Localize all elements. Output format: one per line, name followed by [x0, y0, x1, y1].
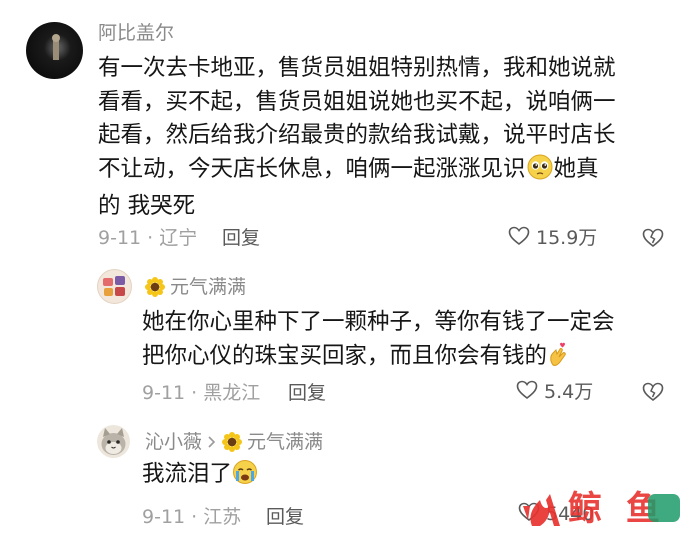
comment-meta: 9-11 · 江苏	[142, 506, 242, 528]
comment-line: 不让动，今天店长休息，咱俩一起涨涨见识 她真	[98, 153, 678, 191]
like-button[interactable]: 15.9万	[508, 226, 597, 250]
broken-heart-icon	[642, 228, 664, 248]
avatar-figure-icon	[52, 34, 60, 60]
comment-line-part: 把你心仪的珠宝买回家，而且你会有钱的	[142, 342, 548, 369]
reply-button[interactable]: 回复	[266, 506, 304, 528]
comment-line: 看看，买不起，售货员姐姐说她也买不起，说咱俩一	[98, 88, 616, 115]
reply-arrow-icon	[208, 431, 216, 453]
comment-line: 我流泪了	[142, 458, 442, 496]
avatar[interactable]	[97, 425, 130, 458]
heart-icon	[516, 380, 538, 404]
comment-text: 有一次去卡地亚，售货员姐姐特别热情，我和她说就 看看，买不起，售货员姐姐说她也买…	[98, 52, 678, 224]
watermark-logo: 鲸 鱼	[520, 486, 690, 533]
username[interactable]: 元气满满	[145, 276, 246, 298]
dislike-button[interactable]	[642, 382, 664, 406]
username[interactable]: 阿比盖尔	[98, 22, 174, 44]
comment-line: 有一次去卡地亚，售货员姐姐特别热情，我和她说就	[98, 55, 616, 81]
heart-icon	[508, 226, 530, 250]
avatar[interactable]	[97, 269, 132, 304]
comment-text: 她在你心里种下了一颗种子，等你有钱了一定会 把你心仪的珠宝买回家，而且你会有钱的	[142, 306, 682, 377]
comment-line: 起看，然后给我介绍最贵的款给我试戴，说平时店长	[98, 122, 616, 148]
comment-line: 她在你心里种下了一颗种子，等你有钱了一定会	[142, 309, 615, 335]
reply-header: 沁小薇 元气满满	[145, 431, 323, 453]
cat-avatar-icon	[101, 428, 126, 455]
comment-text: 我流泪了	[142, 458, 442, 496]
username-text: 元气满满	[170, 276, 247, 298]
like-button[interactable]: 5.4万	[516, 380, 593, 404]
like-count: 15.9万	[536, 227, 598, 249]
comment-line: 的 我哭死	[98, 193, 196, 219]
comment-meta: 9-11 · 黑龙江	[142, 382, 261, 404]
comment-meta: 9-11 · 辽宁	[98, 227, 198, 249]
comment-line-part: 不让动，今天店长休息，咱俩一起涨涨见识	[98, 155, 526, 182]
pleading-face-emoji-icon	[526, 154, 554, 191]
dislike-button[interactable]	[642, 228, 664, 252]
comment-line: 把你心仪的珠宝买回家，而且你会有钱的	[142, 340, 682, 378]
like-count: 5.4万	[544, 381, 594, 403]
comment-line-part: 她真	[553, 155, 599, 182]
broken-heart-icon	[642, 382, 664, 402]
username[interactable]: 沁小薇	[145, 431, 202, 453]
crying-face-emoji-icon	[232, 459, 258, 496]
reply-button[interactable]: 回复	[288, 382, 326, 404]
comment-line-part: 我流泪了	[142, 461, 233, 487]
reply-to-username[interactable]: 元气满满	[247, 431, 323, 453]
watermark-badge	[648, 494, 680, 522]
avatar[interactable]	[26, 22, 83, 79]
finger-heart-emoji-icon	[547, 341, 569, 378]
sunflower-icon	[145, 277, 165, 297]
sunflower-icon	[222, 432, 243, 452]
avatar-sticker-icon	[103, 276, 125, 296]
reply-button[interactable]: 回复	[222, 227, 260, 249]
